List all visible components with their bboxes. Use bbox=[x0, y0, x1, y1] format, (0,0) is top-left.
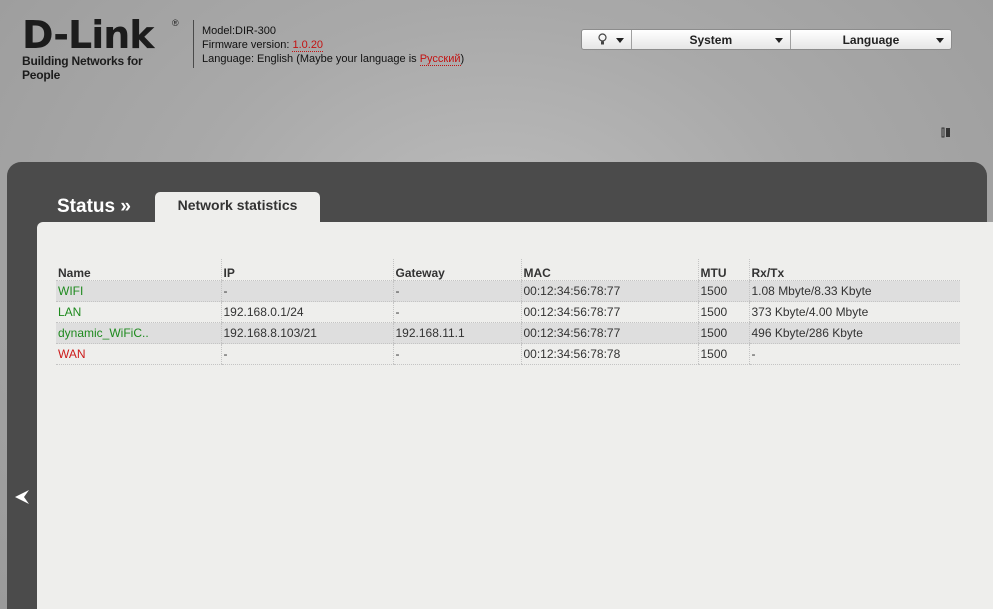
header-divider bbox=[193, 20, 194, 68]
page-title[interactable]: Status » bbox=[57, 196, 131, 218]
column-header: Gateway bbox=[392, 259, 521, 281]
name-cell: LAN bbox=[56, 301, 221, 323]
interface-name-link[interactable]: WIFI bbox=[58, 284, 83, 298]
logo-tagline: Building Networks for People bbox=[22, 54, 143, 82]
name-cell: WAN bbox=[56, 343, 221, 365]
device-info: Model:DIR-300 Firmware version: 1.0.20 L… bbox=[202, 24, 464, 66]
ip-cell: - bbox=[220, 280, 393, 302]
gateway-cell: - bbox=[392, 301, 521, 323]
gateway-cell: - bbox=[392, 280, 521, 302]
mtu-cell: 1500 bbox=[697, 280, 749, 302]
rxtx-cell: 1.08 Mbyte/8.33 Kbyte bbox=[748, 280, 960, 302]
firmware-label: Firmware version: bbox=[202, 39, 293, 51]
gateway-cell: - bbox=[392, 343, 521, 365]
column-header: IP bbox=[220, 259, 393, 281]
panel-toggle-icon[interactable] bbox=[941, 127, 951, 138]
column-header: Rx/Tx bbox=[748, 259, 960, 281]
mtu-cell: 1500 bbox=[697, 322, 749, 344]
language-menu-label: Language bbox=[842, 32, 900, 47]
mac-cell: 00:12:34:56:78:78 bbox=[520, 343, 698, 365]
tab-network-statistics[interactable]: Network statistics bbox=[155, 192, 320, 224]
ip-cell: - bbox=[220, 343, 393, 365]
chevron-down-icon bbox=[774, 38, 783, 43]
russian-language-link[interactable]: Русский bbox=[419, 53, 461, 66]
interface-name-link[interactable]: dynamic_WiFiC.. bbox=[58, 326, 149, 340]
language-suffix: ) bbox=[460, 53, 465, 65]
mac-cell: 00:12:34:56:78:77 bbox=[520, 322, 698, 344]
rxtx-cell: 496 Kbyte/286 Kbyte bbox=[748, 322, 960, 344]
lightbulb-icon bbox=[598, 33, 607, 45]
language-prefix: Language: English (Maybe your language i… bbox=[202, 53, 420, 65]
tips-dropdown-button[interactable] bbox=[582, 30, 631, 49]
registered-mark: ® bbox=[172, 18, 179, 28]
table-row: LAN 192.168.0.1/24 - 00:12:34:56:78:77 1… bbox=[56, 301, 960, 323]
system-menu-label: System bbox=[689, 32, 733, 47]
gateway-cell: 192.168.11.1 bbox=[392, 322, 521, 344]
mtu-cell: 1500 bbox=[697, 301, 749, 323]
language-menu-button[interactable]: Language bbox=[789, 30, 951, 49]
top-toolbar: System Language bbox=[581, 29, 952, 50]
network-statistics-table: Name IP Gateway MAC MTU Rx/Tx WIFI - - 0… bbox=[56, 259, 960, 365]
dlink-logo: D-Link ® Building Networks for People bbox=[22, 16, 182, 82]
ip-cell: 192.168.8.103/21 bbox=[220, 322, 393, 344]
table-row: WAN - - 00:12:34:56:78:78 1500 - bbox=[56, 343, 960, 365]
interface-name-link[interactable]: WAN bbox=[58, 347, 86, 361]
firmware-line: Firmware version: 1.0.20 bbox=[202, 38, 464, 52]
rxtx-cell: 373 Kbyte/4.00 Mbyte bbox=[748, 301, 960, 323]
table-header-row: Name IP Gateway MAC MTU Rx/Tx bbox=[56, 259, 960, 281]
name-cell: WIFI bbox=[56, 280, 221, 302]
back-arrow-icon[interactable] bbox=[13, 488, 31, 506]
ip-cell: 192.168.0.1/24 bbox=[220, 301, 393, 323]
table-row: dynamic_WiFiC.. 192.168.8.103/21 192.168… bbox=[56, 322, 960, 344]
chevron-down-icon bbox=[615, 38, 624, 43]
rxtx-cell: - bbox=[748, 343, 960, 365]
firmware-version-link[interactable]: 1.0.20 bbox=[292, 39, 324, 52]
model-text: Model:DIR-300 bbox=[202, 25, 276, 37]
name-cell: dynamic_WiFiC.. bbox=[56, 322, 221, 344]
column-header: Name bbox=[56, 259, 221, 281]
interface-name-link[interactable]: LAN bbox=[58, 305, 81, 319]
logo-wordmark: D-Link bbox=[22, 13, 155, 57]
mac-cell: 00:12:34:56:78:77 bbox=[520, 301, 698, 323]
system-menu-button[interactable]: System bbox=[630, 30, 790, 49]
chevron-down-icon bbox=[936, 38, 944, 43]
language-line: Language: English (Maybe your language i… bbox=[202, 52, 464, 66]
mac-cell: 00:12:34:56:78:77 bbox=[520, 280, 698, 302]
column-header: MAC bbox=[520, 259, 698, 281]
column-header: MTU bbox=[697, 259, 749, 281]
table-row: WIFI - - 00:12:34:56:78:77 1500 1.08 Mby… bbox=[56, 280, 960, 302]
mtu-cell: 1500 bbox=[697, 343, 749, 365]
